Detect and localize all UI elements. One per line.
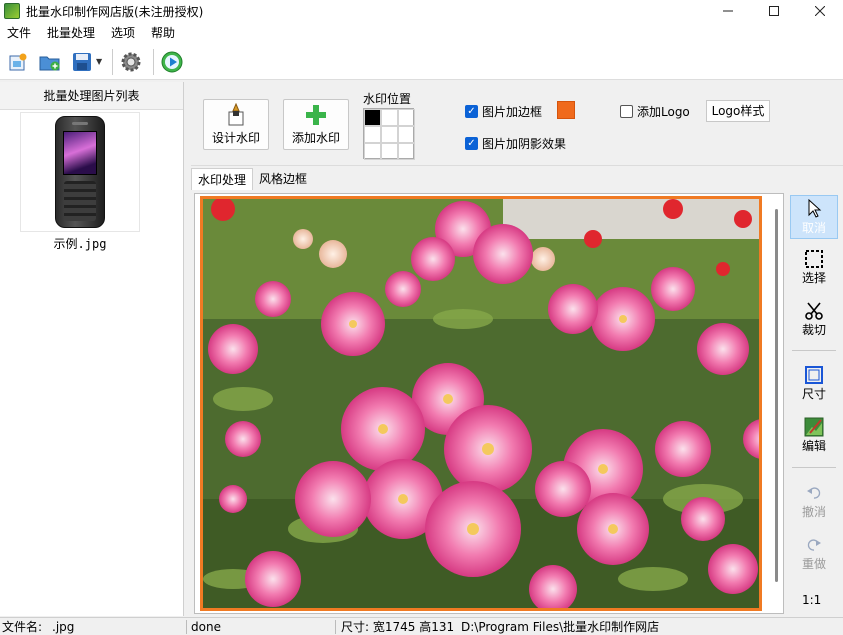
select-tool-button[interactable]: 选择 xyxy=(790,249,838,289)
border-checkbox-box[interactable]: ✓ xyxy=(465,105,478,118)
redo-tool-button[interactable]: 重做 xyxy=(790,535,838,575)
position-cell-bottom-center[interactable] xyxy=(381,143,398,160)
border-checkbox[interactable]: ✓ 图片加边框 xyxy=(465,103,542,120)
save-icon[interactable] xyxy=(70,50,94,74)
status-dimensions: 尺寸: 宽1745 高131 xyxy=(341,620,455,634)
position-cell-bottom-left[interactable] xyxy=(364,143,381,160)
status-bar: 文件名: .jpg done 尺寸: 宽1745 高131 D:\Program… xyxy=(0,617,843,635)
menu-options[interactable]: 选项 xyxy=(104,22,144,44)
side-tool-separator xyxy=(792,467,836,468)
zoom-ratio-label: 1:1 xyxy=(802,593,822,607)
cancel-tool-button[interactable]: 取消 xyxy=(790,195,838,239)
app-icon xyxy=(4,3,20,19)
menu-help[interactable]: 帮助 xyxy=(144,22,184,44)
position-cell-middle-left[interactable] xyxy=(364,126,381,143)
menu-bar: 文件 批量处理 选项 帮助 xyxy=(0,22,843,44)
border-color-swatch[interactable] xyxy=(557,101,575,119)
thumbnail-filename[interactable]: 示例.jpg xyxy=(20,235,140,252)
vertical-scrollbar[interactable] xyxy=(775,209,778,582)
new-project-icon[interactable] xyxy=(6,50,30,74)
watermark-options-bar: 设计水印 添加水印 水印位置 ✓ 图片加边框 ✓ 图片加阴影效果 添加Logo … xyxy=(191,82,843,166)
position-cell-bottom-right[interactable] xyxy=(398,143,415,160)
undo-arrow-icon xyxy=(807,487,821,499)
shadow-checkbox-box[interactable]: ✓ xyxy=(465,137,478,150)
redo-arrow-icon xyxy=(807,539,821,551)
side-tool-separator xyxy=(792,350,836,351)
toolbar-separator xyxy=(153,48,155,75)
undo-tool-button[interactable]: 撤消 xyxy=(790,483,838,523)
position-cell-top-center[interactable] xyxy=(381,109,398,126)
position-cell-middle-right[interactable] xyxy=(398,126,415,143)
status-filename-value: .jpg xyxy=(52,620,75,634)
scissors-icon xyxy=(805,302,823,320)
design-watermark-button[interactable]: 设计水印 xyxy=(203,99,269,150)
status-state: done xyxy=(191,620,221,634)
shadow-checkbox[interactable]: ✓ 图片加阴影效果 xyxy=(465,135,566,152)
menu-batch[interactable]: 批量处理 xyxy=(40,22,104,44)
edit-picture-icon xyxy=(804,417,824,437)
position-cell-top-right[interactable] xyxy=(398,109,415,126)
window-title: 批量水印制作网店版(未注册授权) xyxy=(26,4,204,19)
play-start-icon[interactable] xyxy=(160,50,184,74)
crop-tool-button[interactable]: 裁切 xyxy=(790,301,838,341)
toolbar: ▼ xyxy=(0,44,843,80)
tab-style-border[interactable]: 风格边框 xyxy=(253,168,313,190)
select-marquee-icon xyxy=(805,250,823,268)
rose-photo xyxy=(200,196,762,611)
close-icon[interactable] xyxy=(797,0,843,22)
phone-thumbnail-image xyxy=(55,116,105,228)
size-tool-button[interactable]: 尺寸 xyxy=(790,365,838,405)
logo-style-button[interactable]: Logo样式 xyxy=(706,100,770,122)
position-cell-top-left[interactable] xyxy=(364,109,381,126)
watermark-position-grid[interactable] xyxy=(363,108,415,160)
add-logo-checkbox-box[interactable] xyxy=(620,105,633,118)
add-logo-checkbox[interactable]: 添加Logo xyxy=(620,103,690,120)
menu-file[interactable]: 文件 xyxy=(0,22,40,44)
cursor-arrow-icon xyxy=(808,199,822,218)
rose-photo-image xyxy=(203,199,759,608)
window-controls xyxy=(705,0,843,22)
status-filename-label: 文件名: xyxy=(2,620,43,634)
title-bar: 批量水印制作网店版(未注册授权) xyxy=(0,0,843,22)
tab-strip: 水印处理 风格边框 xyxy=(191,168,313,190)
resize-square-icon xyxy=(805,366,823,384)
edit-tool-button[interactable]: 编辑 xyxy=(790,417,838,457)
settings-gear-icon[interactable] xyxy=(119,50,143,74)
watermark-position-label: 水印位置 xyxy=(363,92,412,106)
position-cell-center[interactable] xyxy=(381,126,398,143)
toolbar-separator xyxy=(112,48,114,75)
design-pen-icon xyxy=(228,103,244,126)
open-folder-icon[interactable] xyxy=(38,50,62,74)
tab-watermark[interactable]: 水印处理 xyxy=(191,168,254,190)
status-path: D:\Program Files\批量水印制作网店 xyxy=(461,620,660,634)
image-preview-canvas[interactable] xyxy=(194,193,784,614)
maximize-icon[interactable] xyxy=(751,0,797,22)
image-thumbnail[interactable] xyxy=(20,112,140,232)
add-plus-icon xyxy=(306,105,326,125)
main-panel: 设计水印 添加水印 水印位置 ✓ 图片加边框 ✓ 图片加阴影效果 添加Logo … xyxy=(191,82,843,616)
add-watermark-button[interactable]: 添加水印 xyxy=(283,99,349,150)
image-list-panel: 批量处理图片列表 示例.jpg xyxy=(0,82,184,616)
save-dropdown-icon[interactable]: ▼ xyxy=(96,57,102,66)
image-list-header: 批量处理图片列表 xyxy=(0,82,183,110)
minimize-icon[interactable] xyxy=(705,0,751,22)
side-tool-panel: 取消 选择 裁切 尺寸 编辑 撤消 重做 1:1 xyxy=(788,193,843,616)
